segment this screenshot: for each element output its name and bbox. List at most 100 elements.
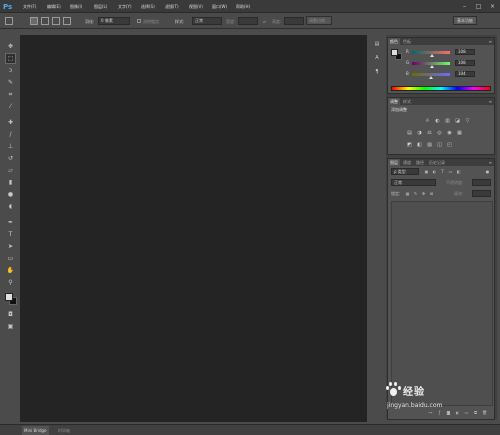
subtract-selection-icon[interactable] (52, 17, 60, 25)
intersect-selection-icon[interactable] (63, 17, 71, 25)
filter-adjust-icon[interactable]: ◐ (432, 169, 437, 174)
crop-tool-icon[interactable]: ⌗ (6, 90, 15, 99)
refine-edge-button[interactable]: 调整边缘... (306, 16, 332, 25)
color-spectrum-bar[interactable] (391, 86, 491, 91)
exposure-icon[interactable]: ◪ (454, 118, 461, 124)
width-input[interactable] (238, 17, 258, 25)
lock-transparent-icon[interactable]: ▦ (405, 191, 410, 196)
pen-tool-icon[interactable]: ✒ (6, 218, 15, 227)
posterize-icon[interactable]: ◧ (416, 142, 423, 148)
menu-item-7[interactable]: 视图(V) (189, 3, 203, 11)
invert-icon[interactable]: ◩ (406, 142, 413, 148)
quick-mask-icon[interactable]: ◘ (6, 310, 15, 319)
tab-color[interactable]: 颜色 (388, 38, 400, 45)
hand-tool-icon[interactable]: ✋ (6, 266, 15, 275)
curves-icon[interactable]: ▥ (444, 118, 451, 124)
stamp-tool-icon[interactable]: ⊥ (6, 142, 15, 151)
menu-item-3[interactable]: 图层(L) (94, 3, 107, 11)
minimize-button[interactable]: – (460, 2, 469, 11)
add-selection-icon[interactable] (41, 17, 49, 25)
menu-item-0[interactable]: 文件(F) (23, 3, 36, 11)
lock-pixels-icon[interactable]: ✎ (413, 191, 418, 196)
feather-input[interactable]: 0 像素 (98, 17, 130, 25)
levels-icon[interactable]: ◐ (434, 118, 441, 124)
tab-styles[interactable]: 样式 (401, 98, 413, 105)
lock-position-icon[interactable]: ✥ (421, 191, 426, 196)
trash-icon[interactable]: 🗑 (482, 410, 487, 415)
layer-mask-icon[interactable]: ◙ (446, 410, 451, 415)
layer-style-icon[interactable]: ƒ (437, 410, 442, 415)
channel-r-thumb[interactable] (430, 54, 434, 57)
filter-smart-icon[interactable]: ◧ (456, 169, 461, 174)
color-balance-icon[interactable]: ◑ (416, 130, 423, 136)
menu-item-8[interactable]: 窗口(W) (212, 3, 227, 11)
lock-all-icon[interactable]: ⊠ (429, 191, 434, 196)
menu-item-6[interactable]: 滤镜(T) (165, 3, 179, 11)
blur-tool-icon[interactable]: ● (6, 190, 15, 199)
tab-paths[interactable]: 路径 (414, 159, 426, 166)
fill-input[interactable] (472, 190, 491, 197)
history-brush-tool-icon[interactable]: ↺ (6, 154, 15, 163)
gradient-map-icon[interactable]: ◫ (436, 142, 443, 148)
filter-type-icon[interactable]: T (440, 169, 445, 174)
tab-swatches[interactable]: 色板 (401, 38, 413, 45)
foreground-swatch[interactable] (391, 49, 398, 56)
mini-bridge-tab[interactable]: Mini Bridge (22, 426, 49, 435)
tab-layers[interactable]: 图层 (388, 159, 400, 166)
channel-b-thumb[interactable] (429, 76, 433, 79)
filter-pixel-icon[interactable]: ▣ (424, 169, 429, 174)
screen-mode-icon[interactable]: ▣ (6, 322, 15, 331)
document-canvas[interactable] (20, 35, 367, 422)
filter-toggle-icon[interactable]: ● (485, 169, 490, 174)
gradient-tool-icon[interactable]: ▮ (6, 178, 15, 187)
threshold-icon[interactable]: ▨ (426, 142, 433, 148)
tab-adjustments[interactable]: 调整 (388, 98, 400, 105)
new-selection-icon[interactable] (30, 17, 38, 25)
brush-tool-icon[interactable]: / (6, 130, 15, 139)
zoom-tool-icon[interactable]: ⚲ (6, 278, 15, 287)
hue-saturation-icon[interactable]: ▤ (406, 130, 413, 136)
move-tool-icon[interactable]: ✥ (6, 42, 15, 51)
swap-icon[interactable]: ⇄ (263, 18, 266, 25)
filter-shape-icon[interactable]: ▭ (448, 169, 453, 174)
color-lookup-icon[interactable]: ▦ (456, 130, 463, 136)
lasso-tool-icon[interactable]: ↄ (6, 66, 15, 75)
vibrance-icon[interactable]: ▽ (464, 118, 471, 124)
channel-g-thumb[interactable] (430, 65, 434, 68)
style-select[interactable]: 正常 (192, 17, 222, 25)
new-layer-icon[interactable]: ⧉ (473, 410, 478, 415)
menu-item-9[interactable]: 帮助(H) (236, 3, 250, 11)
new-group-icon[interactable]: ▭ (464, 410, 469, 415)
menu-item-4[interactable]: 文字(Y) (118, 3, 132, 11)
photo-filter-icon[interactable]: ◎ (436, 130, 443, 136)
eyedropper-tool-icon[interactable]: ⁄ (6, 102, 15, 111)
maximize-button[interactable]: □ (474, 2, 483, 11)
quick-select-tool-icon[interactable]: ✎ (6, 78, 15, 87)
history-panel-icon[interactable]: ▤ (372, 39, 382, 49)
layers-list[interactable] (391, 201, 493, 406)
selective-color-icon[interactable]: ◰ (446, 142, 453, 148)
tab-history[interactable]: 历史记录 (427, 159, 447, 166)
height-input[interactable] (284, 17, 304, 25)
channel-mixer-icon[interactable]: ◉ (446, 130, 453, 136)
channel-g-value[interactable]: 108 (455, 60, 475, 66)
link-layers-icon[interactable]: ⊶ (428, 410, 433, 415)
adjustment-layer-icon[interactable]: ◐ (455, 410, 460, 415)
panel-menu-icon[interactable]: ≡ (489, 98, 492, 105)
type-tool-icon[interactable]: T (6, 230, 15, 239)
workspace-button[interactable]: 基本功能 (453, 16, 477, 25)
character-panel-icon[interactable]: A (372, 53, 382, 63)
close-button[interactable]: × (488, 2, 497, 11)
blend-mode-select[interactable]: 正常 (391, 179, 436, 186)
brightness-icon[interactable]: ☼ (424, 118, 431, 124)
tool-preset-icon[interactable] (5, 17, 13, 25)
channel-r-value[interactable]: 108 (455, 49, 475, 55)
channel-b-value[interactable]: 104 (455, 71, 475, 77)
shape-tool-icon[interactable]: ▭ (6, 254, 15, 263)
menu-item-5[interactable]: 选择(S) (141, 3, 155, 11)
opacity-input[interactable] (472, 179, 491, 186)
spot-heal-tool-icon[interactable]: ✚ (6, 118, 15, 127)
paragraph-panel-icon[interactable]: ¶ (372, 67, 382, 77)
panel-menu-icon[interactable]: ≡ (489, 38, 492, 45)
menu-item-2[interactable]: 图像(I) (70, 3, 82, 11)
